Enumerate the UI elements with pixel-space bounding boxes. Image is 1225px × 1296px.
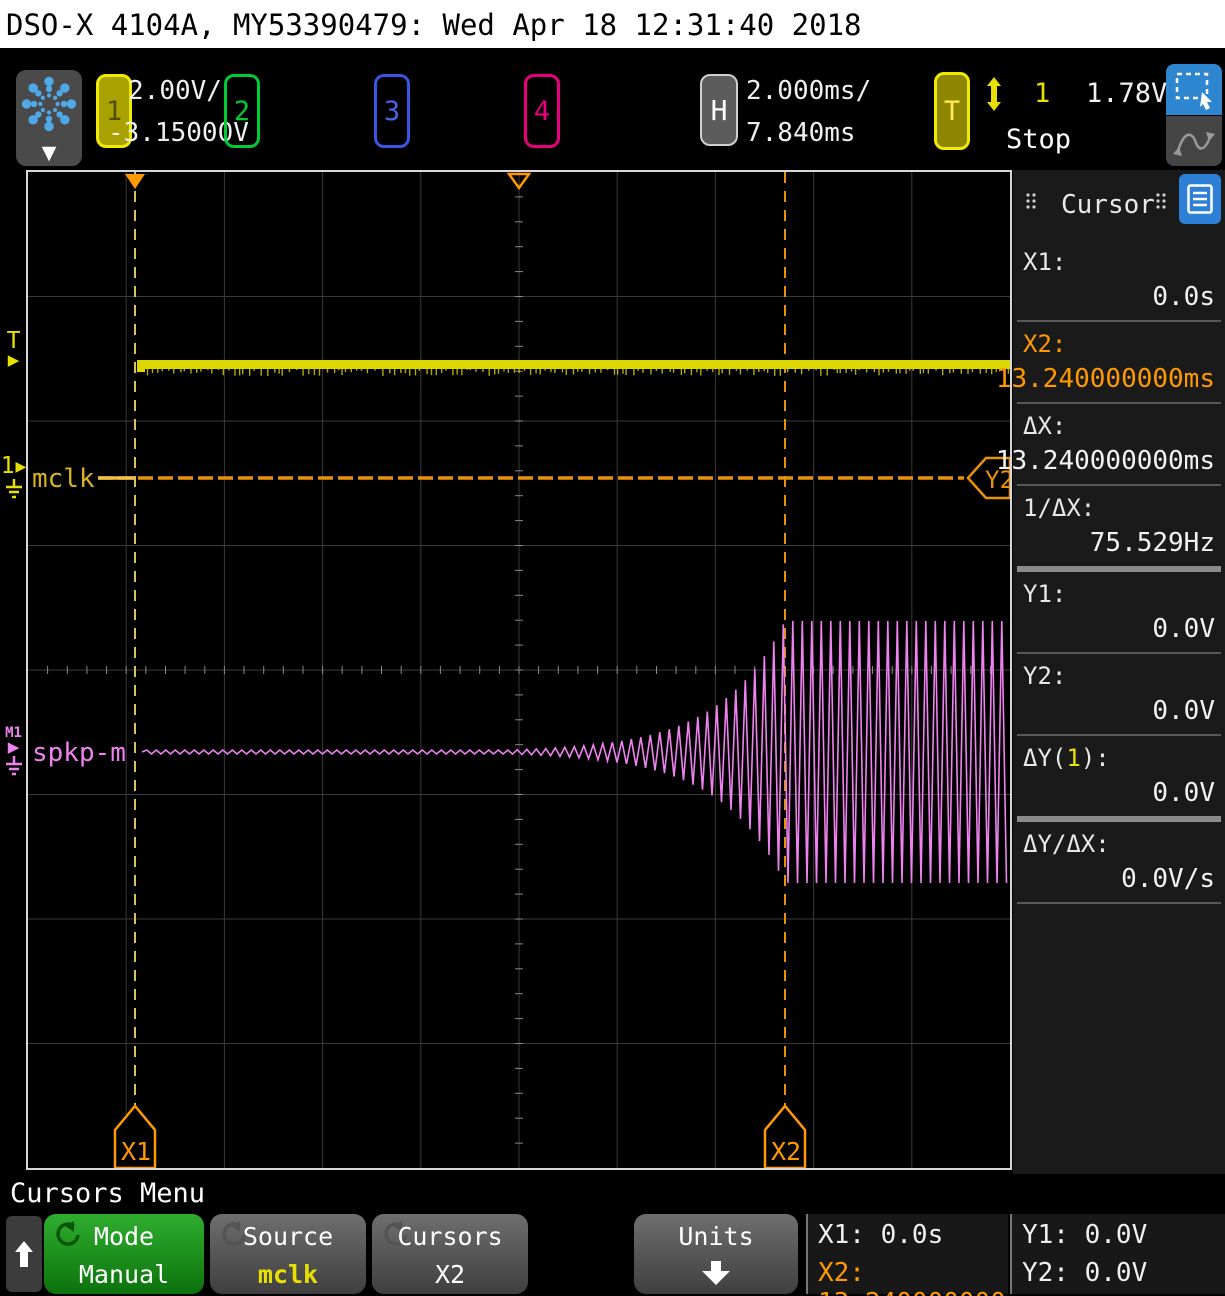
readout-delta-x: ΔX:13.240000000ms [1017, 404, 1221, 486]
math-spkp-trace[interactable] [142, 621, 1007, 883]
menu-title: Cursors Menu [10, 1178, 205, 1209]
mclk-label: mclk [32, 464, 95, 494]
panel-menu-button[interactable] [1179, 174, 1221, 224]
ground-icon [4, 756, 24, 778]
menu-back-button[interactable] [6, 1216, 42, 1292]
readout-inverse-delta-x: 1/ΔX:75.529Hz [1017, 486, 1221, 572]
channel-1-settings: 2.00V/ -3.15000V [108, 70, 242, 154]
horizontal-settings: 2.000ms/ 7.840ms [746, 70, 856, 154]
softkey-source[interactable]: Source mclk [210, 1214, 366, 1294]
channel-2-button[interactable]: 2 [224, 74, 260, 148]
agilent-spark-icon [19, 72, 79, 138]
trigger-position-marker[interactable] [125, 174, 145, 189]
softkey-units[interactable]: Units [634, 1214, 798, 1294]
softkey-cursors[interactable]: Cursors X2 [372, 1214, 528, 1294]
waveform-navigate-button[interactable] [1166, 116, 1222, 166]
cursor-readouts: X1:0.0s X2:13.240000000ms ΔX:13.24000000… [1017, 240, 1221, 904]
instrument-title: DSO-X 4104A, MY53390479: Wed Apr 18 12:3… [6, 8, 862, 42]
panel-title: Cursor [1061, 190, 1155, 220]
ch1-trace[interactable] [137, 360, 1010, 369]
trigger-level: 1.78V [1086, 78, 1167, 109]
readout-x2: X2:13.240000000ms [1017, 322, 1221, 404]
toolbar: ▼ 1 2.00V/ -3.15000V 2 3 4 H 2.000ms/ 7.… [0, 48, 1225, 170]
readout-delta-y: ΔY(1): 0.0V [1017, 736, 1221, 822]
horizontal-button[interactable]: H [700, 74, 738, 146]
x-cursor-readout: X1: 0.0s X2: 13.240000000ms [806, 1214, 1008, 1294]
marquee-zoom-icon [1171, 69, 1217, 111]
spkp-label: spkp-m [32, 738, 126, 768]
channel-1-offset: -3.15000V [108, 112, 242, 154]
timebase-delay: 7.840ms [746, 112, 856, 154]
channel-1-scale: 2.00V/ [108, 70, 242, 112]
math-ground-marker[interactable]: M1 ▶ [1, 726, 26, 778]
graticule-svg: mclkspkp-mX1X2Y2 [28, 172, 1010, 1168]
trigger-arrow-icon: ▶ [1, 353, 26, 368]
acquisition-status: Stop [1006, 124, 1071, 155]
menu-logo-button[interactable]: ▼ [16, 70, 82, 166]
readout-y2: Y2:0.0V [1017, 654, 1221, 736]
ch1-arrow-icon: ▶ [16, 460, 27, 474]
waveform-display: T ▶ 1▶ M1 ▶ mclkspkp-mX1X2Y2 [0, 170, 1013, 1174]
softkey-mode[interactable]: Mode Manual [44, 1214, 204, 1294]
cursor-panel: Cursor X1:0.0s X2:13.240000000ms ΔX:13.2… [1013, 170, 1225, 1174]
trigger-level-marker[interactable]: T ▶ [1, 330, 26, 368]
readout-x1: X1:0.0s [1017, 240, 1221, 322]
svg-text:X1: X1 [121, 1137, 151, 1166]
trigger-button[interactable]: T [934, 72, 970, 150]
menu-list-icon [1187, 184, 1213, 214]
channel-3-button[interactable]: 3 [374, 74, 410, 148]
softkey-menu: Cursors Menu Mode Manual Source mclk [0, 1174, 1225, 1296]
ch1-ground-marker[interactable]: 1▶ [1, 455, 26, 501]
timebase-scale: 2.000ms/ [746, 70, 856, 112]
channel-4-button[interactable]: 4 [524, 74, 560, 148]
readout-slope: ΔY/ΔX:0.0V/s [1017, 822, 1221, 904]
svg-text:X2: X2 [771, 1137, 801, 1166]
title-bar: DSO-X 4104A, MY53390479: Wed Apr 18 12:3… [0, 0, 1225, 48]
down-arrow-icon [699, 1260, 733, 1290]
oscilloscope-screen: DSO-X 4104A, MY53390479: Wed Apr 18 12:3… [0, 0, 1225, 1296]
drag-handle-icon[interactable] [1025, 192, 1037, 214]
math-arrow-icon: ▶ [1, 740, 26, 755]
readout-y1: Y1:0.0V [1017, 572, 1221, 654]
chevron-down-icon: ▼ [16, 142, 82, 164]
up-arrow-icon [13, 1239, 35, 1269]
trigger-slope-icon [984, 76, 1004, 116]
y-cursor-readout: Y1: 0.0V Y2: 0.0V [1010, 1214, 1225, 1294]
ground-icon [4, 479, 24, 501]
drag-handle-icon[interactable] [1155, 192, 1167, 214]
zoom-select-button[interactable] [1166, 64, 1222, 115]
waveform-plot[interactable]: mclkspkp-mX1X2Y2 [26, 170, 1012, 1170]
navigate-waveform-icon [1171, 121, 1217, 161]
trigger-source: 1 [1034, 78, 1050, 109]
